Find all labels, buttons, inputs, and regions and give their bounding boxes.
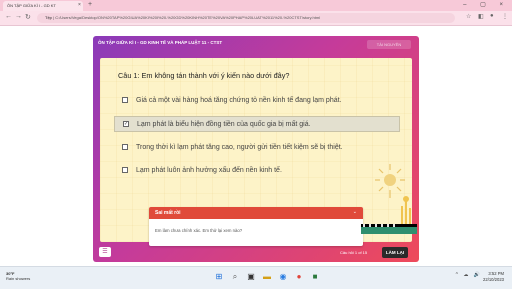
extensions-icon[interactable]: ◧ — [478, 13, 484, 20]
tab-close-icon[interactable]: × — [78, 2, 81, 8]
option-text: Lạm phát là biểu hiện đồng tiền của quốc… — [137, 121, 311, 128]
checkbox[interactable] — [122, 167, 128, 173]
option-text: Lạm phát luôn ảnh hưởng xấu đến nền kinh… — [136, 167, 282, 174]
taskbar: 30°F Rain showers ⊞ ⌕ ▣ ▬ ◉ ● ■ ^ ☁ 🔊 3:… — [0, 266, 512, 289]
quiz-player: ÔN TẬP GIỮA KÌ I - GD KINH TẾ VÀ PHÁP LU… — [93, 36, 419, 262]
star-icon[interactable]: ☆ — [466, 13, 471, 20]
chevron-down-icon[interactable]: ⌄ — [353, 209, 357, 215]
profile-icon[interactable]: ● — [490, 13, 494, 19]
option-2[interactable]: ✓ Lạm phát là biểu hiện đồng tiền của qu… — [114, 116, 400, 132]
question-counter: Câu hỏi 1 of 15 — [340, 250, 368, 255]
search-icon[interactable]: ⌕ — [228, 270, 242, 284]
feedback-message: Em làm chưa chính xác. Em thử lại xem nà… — [155, 228, 243, 233]
browser-toolbar: ← → ↻ Tệp | C:/Users/Vega/Desktop/ON%20T… — [0, 11, 512, 26]
tab-title: ÔN TẬP GIỮA KÌ I - GD KT — [7, 3, 56, 8]
checkbox[interactable] — [122, 144, 128, 150]
chrome-icon[interactable]: ● — [292, 270, 306, 284]
task-view-icon[interactable]: ▣ — [244, 270, 258, 284]
resources-button[interactable]: TÀI NGUYÊN — [367, 40, 411, 49]
back-icon[interactable]: ← — [5, 13, 12, 20]
forward-icon[interactable]: → — [15, 13, 22, 20]
address-url: C:/Users/Vega/Desktop/ON%20TAP%20GIUA%20… — [55, 15, 321, 20]
browser-tabstrip: ÔN TẬP GIỮA KÌ I - GD KT × + – ▢ × — [0, 0, 512, 11]
weather-widget[interactable]: 30°F Rain showers — [6, 271, 30, 281]
quiz-footer: ☰ Câu hỏi 1 of 15 LÀM LẠI — [93, 242, 419, 262]
weather-text: Rain showers — [6, 276, 31, 281]
reload-icon[interactable]: ↻ — [25, 13, 31, 21]
clock-date: 22/10/2023 — [483, 277, 504, 282]
new-tab-button[interactable]: + — [88, 1, 92, 8]
option-3[interactable]: Trong thời kì lạm phát tăng cao, người g… — [114, 140, 400, 156]
file-explorer-icon[interactable]: ▬ — [260, 270, 274, 284]
address-prefix: Tệp — [45, 15, 52, 20]
system-tray[interactable]: ^ ☁ 🔊 — [456, 272, 482, 278]
start-icon[interactable]: ⊞ — [212, 270, 226, 284]
address-bar[interactable]: Tệp | C:/Users/Vega/Desktop/ON%20TAP%20G… — [37, 13, 455, 23]
option-1[interactable]: Giá cả một vài hàng hoá tăng chứng tỏ nề… — [114, 93, 400, 109]
question-text: Câu 1: Em không tán thành với ý kiến nào… — [118, 71, 290, 80]
clock[interactable]: 3:52 PM 22/10/2023 — [483, 271, 504, 283]
retry-button[interactable]: LÀM LẠI — [382, 247, 408, 258]
grass-decoration — [361, 196, 417, 234]
option-4[interactable]: Lạm phát luôn ảnh hưởng xấu đến nền kinh… — [114, 163, 400, 179]
feedback-popup: Sai mất rồi ⌄ Em làm chưa chính xác. Em … — [149, 207, 363, 246]
feedback-title: Sai mất rồi — [155, 210, 181, 216]
feedback-header[interactable]: Sai mất rồi ⌄ — [149, 207, 363, 219]
browser-tab[interactable]: ÔN TẬP GIỮA KÌ I - GD KT — [3, 1, 83, 11]
edge-icon[interactable]: ◉ — [276, 270, 290, 284]
excel-icon[interactable]: ■ — [308, 270, 322, 284]
option-text: Giá cả một vài hàng hoá tăng chứng tỏ nề… — [136, 97, 342, 104]
checkbox[interactable] — [122, 97, 128, 103]
quiz-header: ÔN TẬP GIỮA KÌ I - GD KINH TẾ VÀ PHÁP LU… — [93, 36, 419, 52]
checkbox-checked[interactable]: ✓ — [123, 121, 129, 127]
quiz-title: ÔN TẬP GIỮA KÌ I - GD KINH TẾ VÀ PHÁP LU… — [98, 40, 223, 45]
option-text: Trong thời kì lạm phát tăng cao, người g… — [136, 144, 343, 151]
menu-icon[interactable]: ☰ — [99, 247, 111, 257]
menu-dots-icon[interactable]: ⋮ — [502, 13, 508, 20]
window-controls[interactable]: – ▢ × — [463, 0, 509, 10]
